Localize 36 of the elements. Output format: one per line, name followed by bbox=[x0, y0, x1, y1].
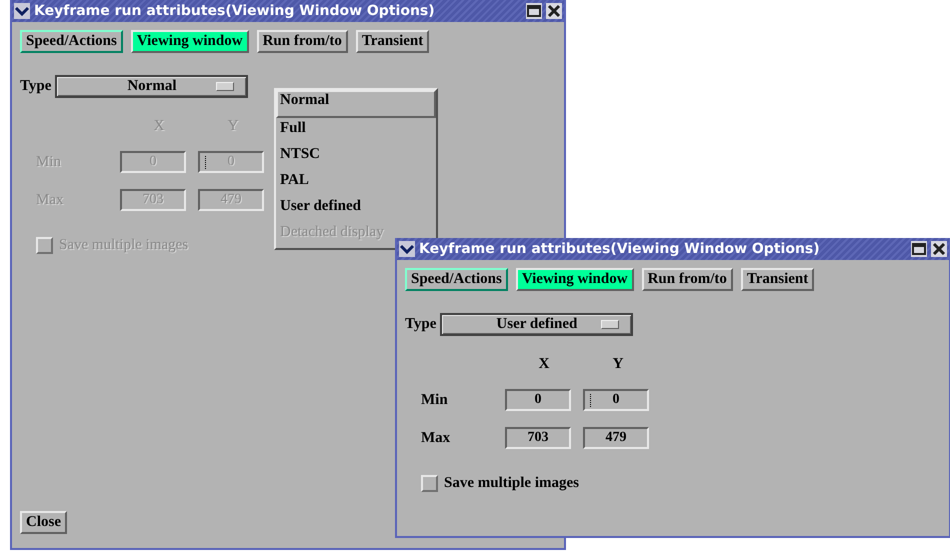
input-field[interactable]: 0 bbox=[505, 389, 571, 411]
chevron-down-icon[interactable] bbox=[399, 241, 415, 257]
checkbox-label: Save multiple images bbox=[444, 475, 579, 492]
type-dropdown[interactable]: Normal bbox=[55, 75, 248, 98]
window-title: Keyframe run attributes(Viewing Window Options) bbox=[419, 241, 821, 257]
input-field[interactable]: 0 bbox=[583, 389, 649, 411]
tab[interactable]: Run from/to bbox=[642, 268, 733, 291]
tab[interactable]: Speed/Actions bbox=[20, 30, 123, 53]
type-label: Type bbox=[405, 316, 436, 333]
input-field[interactable]: 703 bbox=[505, 427, 571, 449]
close-icon[interactable] bbox=[931, 241, 947, 257]
tab[interactable]: Run from/to bbox=[256, 30, 348, 53]
input-field[interactable]: 479 bbox=[583, 427, 649, 449]
menu-item[interactable]: User defined bbox=[276, 196, 436, 222]
menu-item[interactable]: NTSC bbox=[276, 144, 436, 170]
tab[interactable]: Viewing window bbox=[130, 30, 249, 53]
menu-item[interactable]: Full bbox=[276, 118, 436, 144]
tab[interactable]: Speed/Actions bbox=[405, 268, 508, 291]
maximize-icon[interactable] bbox=[911, 241, 927, 257]
column-header: X bbox=[538, 356, 550, 373]
menu-item[interactable]: PAL bbox=[276, 170, 436, 196]
type-label: Type bbox=[20, 78, 52, 95]
window-title: Keyframe run attributes(Viewing Window Options) bbox=[34, 3, 436, 19]
maximize-icon[interactable] bbox=[526, 3, 542, 19]
chevron-down-icon[interactable] bbox=[14, 3, 30, 19]
close-icon[interactable] bbox=[546, 3, 562, 19]
tab[interactable]: Viewing window bbox=[516, 268, 634, 291]
checkbox[interactable] bbox=[421, 475, 438, 492]
menu-item[interactable]: Normal bbox=[276, 90, 436, 118]
row-label: Min bbox=[421, 392, 449, 408]
row-label: Max bbox=[421, 430, 452, 446]
tab[interactable]: Transient bbox=[356, 30, 430, 53]
close-button[interactable]: Close bbox=[20, 511, 67, 534]
type-dropdown[interactable]: User defined bbox=[440, 313, 634, 336]
column-header: Y bbox=[612, 356, 624, 373]
tab[interactable]: Transient bbox=[740, 268, 814, 291]
